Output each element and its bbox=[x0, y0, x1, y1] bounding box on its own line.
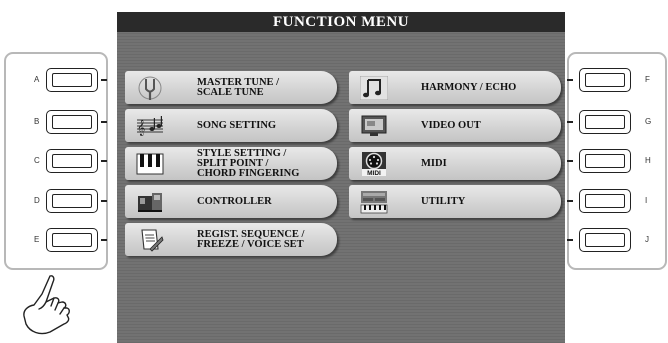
button-letter: H bbox=[645, 156, 651, 165]
midi-connector-icon: MIDI bbox=[359, 151, 389, 177]
button-indicator bbox=[101, 200, 107, 202]
button-e[interactable]: E bbox=[6, 226, 107, 256]
button-letter: E bbox=[34, 235, 40, 244]
button-indicator bbox=[567, 79, 573, 81]
button-b-cap[interactable] bbox=[46, 110, 98, 134]
menu-item-regist-sequence[interactable]: REGIST. SEQUENCE / FREEZE / VOICE SET bbox=[125, 223, 337, 256]
button-a-cap[interactable] bbox=[46, 68, 98, 92]
menu-item-harmony-echo[interactable]: HARMONY / ECHO bbox=[349, 71, 561, 104]
button-indicator bbox=[101, 121, 107, 123]
menu-item-video-out[interactable]: VIDEO OUT bbox=[349, 109, 561, 142]
button-j[interactable]: J bbox=[567, 226, 665, 256]
button-b[interactable]: B bbox=[6, 108, 107, 138]
button-c-cap[interactable] bbox=[46, 149, 98, 173]
video-monitor-icon bbox=[359, 113, 389, 139]
button-a[interactable]: A bbox=[6, 66, 107, 96]
button-letter: C bbox=[34, 156, 40, 165]
menu-item-label: CONTROLLER bbox=[197, 195, 272, 207]
button-f[interactable]: F bbox=[567, 66, 665, 96]
button-letter: J bbox=[645, 235, 649, 244]
button-letter: D bbox=[34, 196, 40, 205]
menu-item-label: MIDI bbox=[421, 157, 447, 169]
button-indicator bbox=[567, 200, 573, 202]
function-menu: MASTER TUNE / SCALE TUNE 𝄞 SONG SETTING … bbox=[117, 32, 565, 272]
button-i-cap[interactable] bbox=[579, 189, 631, 213]
utility-icon bbox=[359, 189, 389, 215]
music-note-icon bbox=[359, 75, 389, 101]
menu-item-label: VIDEO OUT bbox=[421, 119, 481, 131]
button-i[interactable]: I bbox=[567, 187, 665, 217]
keyboard-keys-icon bbox=[135, 151, 165, 177]
button-indicator bbox=[567, 121, 573, 123]
button-letter: A bbox=[34, 75, 40, 84]
menu-item-controller[interactable]: CONTROLLER bbox=[125, 185, 337, 218]
svg-text:𝄞: 𝄞 bbox=[137, 120, 145, 136]
menu-item-label: MASTER TUNE / SCALE TUNE bbox=[197, 76, 280, 98]
button-g-cap[interactable] bbox=[579, 110, 631, 134]
button-letter: B bbox=[34, 117, 40, 126]
menu-item-label: UTILITY bbox=[421, 195, 466, 207]
menu-item-master-tune[interactable]: MASTER TUNE / SCALE TUNE bbox=[125, 71, 337, 104]
tuning-fork-icon bbox=[135, 75, 165, 101]
menu-item-utility[interactable]: UTILITY bbox=[349, 185, 561, 218]
button-h[interactable]: H bbox=[567, 147, 665, 177]
controller-icon bbox=[135, 189, 165, 215]
music-score-icon: 𝄞 bbox=[135, 113, 165, 139]
menu-item-song-setting[interactable]: 𝄞 SONG SETTING bbox=[125, 109, 337, 142]
midi-icon-text: MIDI bbox=[367, 170, 381, 177]
button-h-cap[interactable] bbox=[579, 149, 631, 173]
menu-item-label: SONG SETTING bbox=[197, 119, 277, 131]
button-d-cap[interactable] bbox=[46, 189, 98, 213]
button-letter: I bbox=[645, 196, 648, 205]
menu-item-style-setting[interactable]: STYLE SETTING / SPLIT POINT / CHORD FING… bbox=[125, 147, 337, 180]
page-title: FUNCTION MENU bbox=[117, 12, 565, 32]
button-indicator bbox=[101, 160, 107, 162]
menu-item-label: HARMONY / ECHO bbox=[421, 81, 517, 93]
button-indicator bbox=[101, 239, 107, 241]
button-j-cap[interactable] bbox=[579, 228, 631, 252]
button-d[interactable]: D bbox=[6, 187, 107, 217]
button-letter: G bbox=[645, 117, 652, 126]
registration-icon bbox=[135, 227, 165, 253]
lcd-screen: FUNCTION MENU MASTER TUNE / SCALE TUNE 𝄞… bbox=[117, 12, 565, 343]
menu-item-midi[interactable]: MIDI MIDI bbox=[349, 147, 561, 180]
button-indicator bbox=[567, 160, 573, 162]
button-f-cap[interactable] bbox=[579, 68, 631, 92]
pointing-hand-icon bbox=[23, 275, 70, 335]
button-c[interactable]: C bbox=[6, 147, 107, 177]
menu-item-label: STYLE SETTING / SPLIT POINT / CHORD FING… bbox=[197, 147, 300, 179]
menu-item-label: REGIST. SEQUENCE / FREEZE / VOICE SET bbox=[197, 228, 305, 250]
button-indicator bbox=[101, 79, 107, 81]
button-e-cap[interactable] bbox=[46, 228, 98, 252]
right-button-panel: F G H I J bbox=[567, 52, 667, 270]
button-indicator bbox=[567, 239, 573, 241]
left-button-panel: A B C D E bbox=[4, 52, 108, 270]
button-g[interactable]: G bbox=[567, 108, 665, 138]
button-letter: F bbox=[645, 75, 650, 84]
